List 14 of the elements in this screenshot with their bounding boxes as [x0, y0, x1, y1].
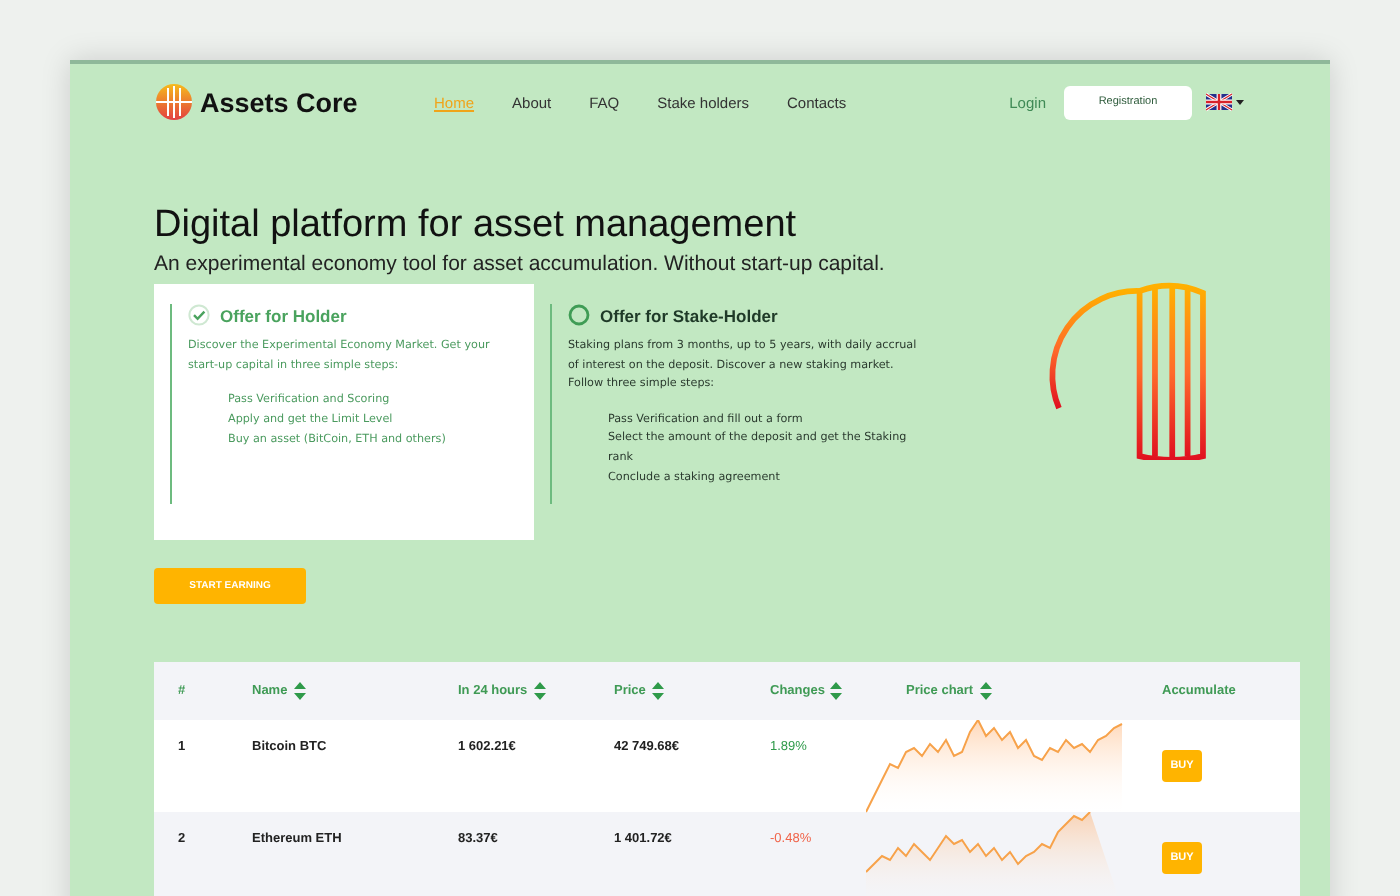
language-dropdown-icon[interactable] — [1206, 92, 1246, 112]
offer-title: Offer for Holder — [220, 305, 347, 325]
offer-title: Offer for Stake-Holder — [600, 305, 778, 325]
sort-icon — [533, 682, 546, 700]
hero-subtitle: An experimental economy tool for asset accumulation. Without start-up capital. — [154, 252, 887, 276]
logo-icon — [154, 82, 194, 122]
hero-title: Digital platform for asset management — [154, 204, 799, 248]
sort-icon — [293, 682, 306, 700]
check-icon — [188, 304, 210, 326]
sort-icon — [651, 682, 664, 700]
sort-icon — [979, 682, 992, 700]
brand-name: Assets Core — [200, 87, 358, 117]
sort-icon — [830, 682, 843, 700]
radio-icon — [568, 304, 590, 326]
